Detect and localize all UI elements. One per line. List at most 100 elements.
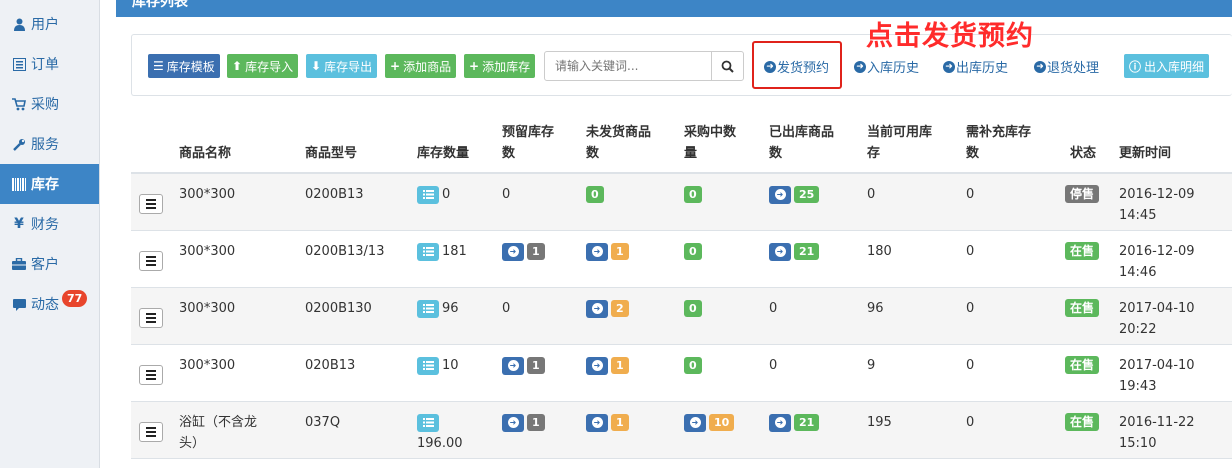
info-icon: ⓘ	[1129, 59, 1142, 74]
cell-reserved: ➜ 1	[502, 355, 545, 376]
cell-shipped: ➜ 21	[769, 241, 820, 262]
stock-list-icon[interactable]	[417, 356, 439, 375]
count-badge[interactable]: 1	[611, 414, 629, 431]
circle-arrow-right-icon[interactable]: ➜	[502, 356, 524, 375]
sidebar-item-orders[interactable]: 订单	[0, 44, 99, 84]
cell-reserved: 0	[502, 301, 511, 316]
cell-replenish: 0	[966, 358, 975, 373]
cell-name: 300*300	[179, 358, 236, 373]
count-badge[interactable]: 0	[684, 300, 702, 317]
button-label: 库存导入	[245, 59, 294, 74]
status-badge: 在售	[1065, 242, 1100, 260]
shipment-reservation-link[interactable]: ➜ 发货预约	[764, 57, 829, 76]
count-badge[interactable]: 1	[611, 357, 629, 374]
count-badge[interactable]: 1	[611, 243, 629, 260]
inventory-import-button[interactable]: ⬆ 库存导入	[227, 54, 299, 78]
circle-arrow-right-icon[interactable]: ➜	[769, 185, 791, 204]
circle-arrow-right-icon[interactable]: ➜	[502, 413, 524, 432]
count-badge[interactable]: 1	[527, 414, 545, 431]
inbound-history-link[interactable]: ➜ 入库历史	[854, 57, 919, 76]
button-label: 库存模板	[166, 59, 215, 74]
stock-list-icon[interactable]	[417, 185, 439, 204]
toolbar-panel: ☰库存模板 ⬆库存导入 ⬇库存导出 +添加商品 +添加库存 ➜发货预约 ➜入库历…	[131, 34, 1232, 96]
header-line: 数	[966, 146, 980, 161]
sidebar-item-inventory[interactable]: 库存	[0, 164, 99, 204]
sidebar-item-label: 客户	[31, 257, 59, 273]
cell-stock: 196.00	[417, 412, 463, 454]
inventory-export-button[interactable]: ⬇ 库存导出	[306, 54, 378, 78]
cell-replenish: 0	[966, 301, 975, 316]
circle-arrow-right-icon[interactable]: ➜	[586, 242, 608, 261]
inout-detail-button[interactable]: ⓘ 出入库明细	[1124, 54, 1210, 78]
count-badge[interactable]: 0	[684, 243, 702, 260]
sidebar-item-customers[interactable]: 客户	[0, 244, 99, 284]
download-icon: ⬇	[311, 59, 322, 73]
outbound-history-link[interactable]: ➜ 出库历史	[943, 57, 1008, 76]
count-badge[interactable]: 0	[586, 186, 604, 203]
cell-purchasing: ➜ 10	[684, 412, 735, 433]
status-badge: 在售	[1065, 413, 1100, 431]
add-product-button[interactable]: + 添加商品	[385, 54, 457, 78]
count-badge[interactable]: 1	[527, 357, 545, 374]
circle-arrow-right-icon[interactable]: ➜	[502, 242, 524, 261]
cell-updated: 2016-12-09 14:46	[1119, 241, 1195, 283]
stock-list-icon[interactable]	[417, 413, 439, 432]
sidebar-item-purchase[interactable]: 采购	[0, 84, 99, 124]
sidebar-item-users[interactable]: 用户	[0, 4, 99, 44]
circle-arrow-right-icon[interactable]: ➜	[769, 242, 791, 261]
list-icon	[11, 56, 27, 72]
row-menu-button[interactable]	[139, 422, 163, 442]
count-badge[interactable]: 0	[684, 357, 702, 374]
return-processing-link[interactable]: ➜ 退货处理	[1034, 57, 1099, 76]
add-inventory-button[interactable]: + 添加库存	[464, 54, 536, 78]
row-menu-button[interactable]	[139, 365, 163, 385]
sidebar-item-finance[interactable]: ¥ 财务	[0, 204, 99, 244]
cell-shipped: ➜ 21	[769, 412, 820, 433]
cell-name: 300*300	[179, 244, 236, 259]
circle-arrow-right-icon[interactable]: ➜	[586, 413, 608, 432]
sidebar-item-activity[interactable]: 动态 77	[0, 284, 99, 324]
time-text: 14:46	[1119, 265, 1157, 280]
briefcase-icon	[11, 256, 27, 272]
cell-available: 180	[867, 244, 892, 259]
count-badge[interactable]: 25	[794, 186, 820, 203]
circle-arrow-right-icon: ➜	[764, 60, 776, 73]
search-input[interactable]	[545, 52, 711, 80]
header-line: 需补充库存	[966, 125, 1032, 140]
count-badge[interactable]: 1	[527, 243, 545, 260]
cell-available: 9	[867, 358, 876, 373]
inventory-template-button[interactable]: ☰ 库存模板	[148, 54, 220, 78]
sidebar-item-service[interactable]: 服务	[0, 124, 99, 164]
header-line: 采购中数	[684, 125, 737, 140]
count-badge[interactable]: 0	[684, 186, 702, 203]
cell-status: 在售	[1065, 298, 1100, 319]
table-row: 300*300 0200B13/13 181 ➜ 1 ➜ 1 0 ➜ 21 180 0…	[131, 231, 1232, 288]
name-line: 头）	[179, 436, 206, 451]
cell-shipped: 0	[769, 301, 778, 316]
page-title: 库存列表	[116, 0, 1232, 17]
circle-arrow-right-icon[interactable]: ➜	[769, 413, 791, 432]
stock-list-icon[interactable]	[417, 242, 439, 261]
count-badge[interactable]: 10	[709, 414, 735, 431]
circle-arrow-right-icon[interactable]: ➜	[586, 299, 608, 318]
stock-value: 196.00	[417, 436, 463, 451]
cell-reserved: ➜ 1	[502, 241, 545, 262]
row-menu-button[interactable]	[139, 251, 163, 271]
count-badge[interactable]: 21	[794, 243, 820, 260]
cell-stock: 181	[417, 241, 467, 262]
link-label: 入库历史	[867, 61, 920, 76]
row-menu-button[interactable]	[139, 194, 163, 214]
circle-arrow-right-icon[interactable]: ➜	[684, 413, 706, 432]
stock-value: 10	[442, 358, 459, 373]
date-text: 2016-12-09	[1119, 187, 1195, 202]
cell-available: 96	[867, 301, 884, 316]
stock-list-icon[interactable]	[417, 299, 439, 318]
header-replenish: 需补充库存数	[966, 122, 1031, 164]
plus-icon: +	[469, 59, 480, 73]
search-button[interactable]	[711, 52, 743, 80]
count-badge[interactable]: 2	[611, 300, 629, 317]
circle-arrow-right-icon[interactable]: ➜	[586, 356, 608, 375]
name-line: 浴缸（不含龙	[179, 415, 258, 430]
count-badge[interactable]: 21	[794, 414, 820, 431]
row-menu-button[interactable]	[139, 308, 163, 328]
